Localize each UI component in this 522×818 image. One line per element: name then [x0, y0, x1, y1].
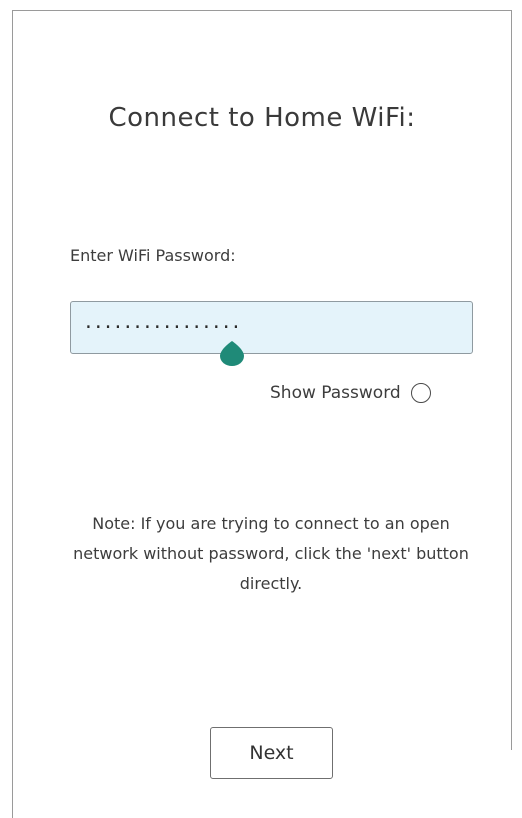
wifi-password-input[interactable]: [70, 301, 473, 354]
next-button[interactable]: Next: [210, 727, 333, 779]
frame-border-top: [12, 10, 512, 11]
text-cursor-handle-icon[interactable]: [219, 340, 245, 366]
password-field-label: Enter WiFi Password:: [70, 246, 236, 265]
wifi-setup-screen: Connect to Home WiFi: Enter WiFi Passwor…: [0, 0, 522, 818]
show-password-label: Show Password: [270, 383, 401, 403]
page-title: Connect to Home WiFi:: [108, 103, 416, 133]
frame-border-right: [511, 10, 512, 750]
cursor-handle-shape: [220, 341, 244, 366]
show-password-row[interactable]: Show Password: [270, 380, 431, 406]
open-network-note: Note: If you are trying to connect to an…: [73, 514, 469, 593]
show-password-radio[interactable]: [410, 383, 431, 403]
